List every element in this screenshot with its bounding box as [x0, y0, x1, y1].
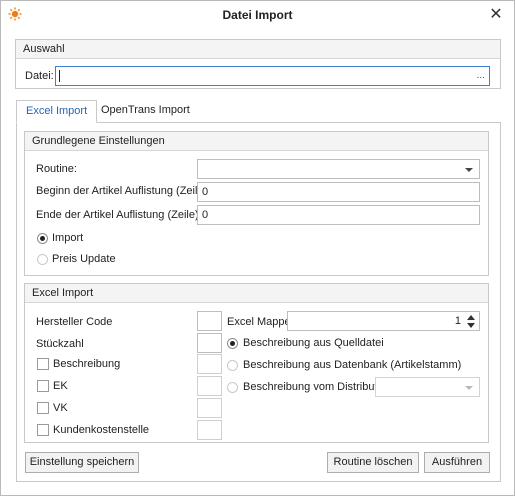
vk-checkbox[interactable] [37, 402, 49, 414]
ek-input[interactable] [197, 376, 222, 396]
ende-input[interactable]: 0 [197, 205, 480, 225]
beschreibung-distributor-radio[interactable] [227, 382, 238, 393]
datei-import-dialog: Datei Import ✕ Auswahl Datei: ... Excel … [0, 0, 515, 496]
ek-checkbox[interactable] [37, 380, 49, 392]
vk-input[interactable] [197, 398, 222, 418]
beschreibung-label: Beschreibung [53, 358, 121, 370]
einstellung-speichern-button[interactable]: Einstellung speichern [25, 452, 139, 473]
routine-loeschen-button[interactable]: Routine löschen [327, 452, 419, 473]
routine-dropdown[interactable] [197, 159, 480, 179]
grundlegende-group: Grundlegene Einstellungen Routine: Begin… [24, 131, 489, 276]
beschreibung-distributor-label: Beschreibung vom Distributor [243, 381, 388, 393]
tab-excel-import[interactable]: Excel Import [16, 100, 98, 123]
ende-label: Ende der Artikel Auflistung (Zeile) [36, 209, 199, 221]
kundenkostenstelle-checkbox[interactable] [37, 424, 49, 436]
tab-excel-import-label: Excel Import [26, 105, 88, 117]
preis-update-radio[interactable] [37, 254, 48, 265]
beschreibung-datenbank-label: Beschreibung aus Datenbank (Artikelstamm… [243, 359, 462, 371]
beschreibung-input[interactable] [197, 354, 222, 374]
stueckzahl-input[interactable] [197, 333, 222, 353]
hersteller-code-input[interactable] [197, 311, 222, 331]
beschreibung-quelldatei-label: Beschreibung aus Quelldatei [243, 337, 384, 349]
ek-label: EK [53, 380, 68, 392]
excel-mappe-stepper[interactable]: 1 [287, 311, 480, 331]
excel-mappe-value: 1 [454, 315, 461, 327]
text-caret [59, 70, 60, 82]
datei-label: Datei: [25, 70, 54, 82]
window-title: Datei Import [222, 8, 293, 22]
beschreibung-datenbank-radio[interactable] [227, 360, 238, 371]
spin-up-icon[interactable] [467, 315, 475, 320]
tab-opentrans-import[interactable]: OpenTrans Import [92, 100, 199, 122]
vk-label: VK [53, 402, 68, 414]
beschreibung-checkbox[interactable] [37, 358, 49, 370]
kundenkostenstelle-input[interactable] [197, 420, 222, 440]
chevron-down-icon [465, 386, 473, 390]
spin-down-icon[interactable] [467, 323, 475, 328]
beginn-input[interactable]: 0 [197, 182, 480, 202]
auswahl-group: Auswahl Datei: ... [15, 39, 501, 89]
beginn-label: Beginn der Artikel Auflistung (Zeile) [36, 185, 208, 197]
import-radio-label: Import [52, 232, 84, 244]
hersteller-code-label: Hersteller Code [36, 316, 113, 328]
tab-opentrans-import-label: OpenTrans Import [101, 104, 190, 116]
grundlegende-header: Grundlegene Einstellungen [25, 132, 488, 151]
chevron-down-icon [465, 168, 473, 172]
distributor-dropdown[interactable] [375, 377, 480, 397]
kundenkostenstelle-label: Kundenkostenstelle [53, 424, 150, 436]
excel-import-group: Excel Import Hersteller Code Stückzahl B… [24, 283, 489, 443]
stueckzahl-label: Stückzahl [36, 338, 84, 350]
excel-mappe-label: Excel Mappe [227, 316, 291, 328]
datei-input[interactable]: ... [55, 66, 490, 86]
routine-label: Routine: [36, 163, 77, 175]
beschreibung-quelldatei-radio[interactable] [227, 338, 238, 349]
auswahl-header: Auswahl [16, 40, 500, 59]
preis-update-radio-label: Preis Update [52, 253, 116, 265]
import-radio[interactable] [37, 233, 48, 244]
ausfuehren-button[interactable]: Ausführen [424, 452, 490, 473]
browse-button[interactable]: ... [477, 67, 485, 85]
close-icon[interactable]: ✕ [486, 5, 506, 25]
title-bar: Datei Import ✕ [1, 1, 514, 29]
excel-import-header: Excel Import [25, 284, 488, 303]
